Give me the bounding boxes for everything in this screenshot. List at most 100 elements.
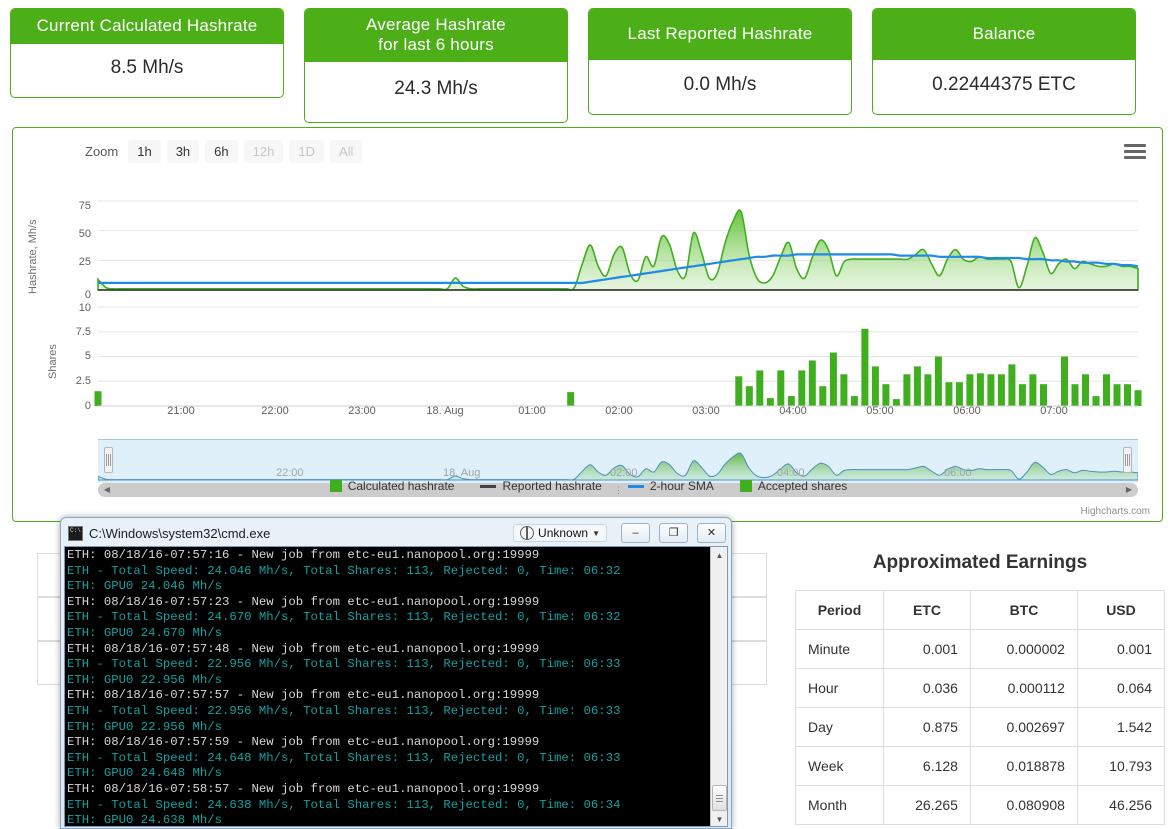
cell-btc: 0.018878 bbox=[969, 746, 1078, 786]
chart-navigator[interactable]: 22:00 18. Aug 02:00 04:00 06:00 bbox=[98, 439, 1138, 483]
stat-card-title-line1: Average Hashrate bbox=[366, 15, 506, 34]
cell-etc: 0.875 bbox=[882, 707, 971, 747]
cmd-scroll-thumb[interactable] bbox=[712, 785, 727, 811]
share-bar bbox=[829, 352, 837, 406]
console-line: ETH - Total Speed: 24.046 Mh/s, Total Sh… bbox=[67, 563, 621, 578]
legend-square-icon bbox=[329, 480, 342, 492]
console-line: ETH: 08/18/16-07:57:16 - New job from et… bbox=[67, 548, 540, 562]
share-bar bbox=[966, 374, 974, 406]
cell-period: Hour bbox=[795, 668, 884, 708]
navigator-tick: 22:00 bbox=[276, 467, 304, 479]
xaxis-tick: 07:00 bbox=[1040, 405, 1068, 417]
xaxis-tick: 18. Aug bbox=[426, 405, 464, 417]
share-bar bbox=[1103, 374, 1110, 406]
share-bar bbox=[735, 376, 743, 406]
legend-line-icon bbox=[480, 484, 497, 488]
globe-icon bbox=[520, 526, 535, 540]
cell-etc: 0.001 bbox=[882, 629, 971, 669]
cmd-console-window[interactable]: C:\Windows\system32\cmd.exe Unknown ▼ – … bbox=[60, 517, 732, 829]
zoom-button-12h[interactable]: 12h bbox=[243, 140, 284, 163]
share-bar bbox=[819, 386, 827, 406]
zoom-button-all[interactable]: All bbox=[329, 140, 363, 163]
share-bar bbox=[756, 370, 764, 406]
maximize-button[interactable]: ❐ bbox=[659, 523, 688, 543]
scroll-down-arrow-icon[interactable]: ▼ bbox=[711, 811, 727, 826]
share-bar bbox=[1029, 374, 1037, 406]
legend-label: Accepted shares bbox=[757, 479, 848, 493]
stats-row: Current Calculated Hashrate 8.5 Mh/s Ave… bbox=[0, 0, 1175, 123]
cell-usd: 46.256 bbox=[1076, 785, 1166, 825]
legend-item-reported-hashrate[interactable]: Reported hashrate bbox=[480, 479, 602, 493]
zoom-button-6h[interactable]: 6h bbox=[205, 140, 238, 163]
navigator-handle-left[interactable] bbox=[104, 447, 113, 473]
share-bar bbox=[1134, 390, 1142, 406]
share-bar bbox=[798, 370, 806, 406]
share-bar bbox=[1018, 384, 1026, 406]
share-bar bbox=[840, 374, 848, 406]
share-bar bbox=[903, 374, 911, 406]
legend-label: 2-hour SMA bbox=[649, 479, 714, 493]
table-header-row: Period ETC BTC USD bbox=[795, 590, 1166, 630]
cmd-title-bar[interactable]: C:\Windows\system32\cmd.exe Unknown ▼ – … bbox=[64, 521, 728, 545]
legend-line-icon bbox=[627, 484, 644, 488]
console-line: ETH: GPU0 24.046 Mh/s bbox=[67, 579, 222, 594]
xaxis-tick: 21:00 bbox=[167, 405, 195, 417]
cell-btc: 0.000002 bbox=[969, 629, 1078, 669]
hashrate-chart-panel: Zoom 1h 3h 6h 12h 1D All Hashrate, Mh/s … bbox=[12, 127, 1163, 522]
cmd-console-body[interactable]: ETH: 08/18/16-07:57:16 - New job from et… bbox=[64, 546, 728, 827]
share-bar bbox=[1040, 384, 1047, 406]
share-bar bbox=[1113, 384, 1121, 406]
chart-svg bbox=[94, 200, 1142, 407]
console-line: ETH: GPU0 24.670 Mh/s bbox=[67, 625, 222, 640]
cell-btc: 0.080908 bbox=[969, 785, 1078, 825]
console-line: ETH: GPU0 24.638 Mh/s bbox=[67, 813, 222, 827]
share-bar bbox=[871, 366, 879, 406]
cell-usd: 0.064 bbox=[1076, 668, 1166, 708]
xaxis-tick: 06:00 bbox=[953, 405, 981, 417]
column-header-etc: ETC bbox=[882, 590, 971, 630]
scroll-up-arrow-icon[interactable]: ▲ bbox=[711, 547, 727, 564]
cell-etc: 0.036 bbox=[882, 668, 971, 708]
hamburger-menu-icon[interactable] bbox=[1124, 141, 1146, 162]
legend-label: Reported hashrate bbox=[502, 479, 602, 493]
xaxis-tick: 02:00 bbox=[605, 405, 633, 417]
cell-period: Week bbox=[795, 746, 884, 786]
share-bar bbox=[913, 366, 921, 406]
close-button[interactable]: ✕ bbox=[697, 523, 726, 543]
navigator-handle-right[interactable] bbox=[1123, 447, 1132, 473]
table-row: Month 26.265 0.080908 46.256 bbox=[795, 785, 1166, 825]
zoom-button-3h[interactable]: 3h bbox=[166, 140, 200, 163]
share-bar bbox=[850, 396, 858, 406]
console-line: ETH - Total Speed: 24.670 Mh/s, Total Sh… bbox=[67, 610, 621, 625]
legend-item-accepted-shares[interactable]: Accepted shares bbox=[739, 479, 848, 493]
legend-label: Calculated hashrate bbox=[347, 479, 455, 493]
highcharts-credit[interactable]: Highcharts.com bbox=[1081, 506, 1150, 517]
console-line: ETH: 08/18/16-07:57:23 - New job from et… bbox=[67, 594, 540, 609]
navigator-tick: 04:00 bbox=[777, 467, 805, 479]
console-line: ETH: GPU0 22.956 Mh/s bbox=[67, 672, 222, 687]
console-line: ETH: 08/18/16-07:57:57 - New job from et… bbox=[67, 688, 540, 703]
legend-item-2hour-sma[interactable]: 2-hour SMA bbox=[627, 479, 714, 493]
share-bar bbox=[777, 370, 785, 406]
earnings-title: Approximated Earnings bbox=[872, 552, 1088, 573]
console-line: ETH: GPU0 22.956 Mh/s bbox=[67, 719, 222, 734]
share-bar bbox=[976, 373, 984, 406]
zoom-button-1d[interactable]: 1D bbox=[289, 140, 324, 163]
stat-card-title-line2: for last 6 hours bbox=[378, 35, 494, 54]
stat-card-value: 0.22444375 ETC bbox=[932, 74, 1076, 95]
console-line: ETH - Total Speed: 22.956 Mh/s, Total Sh… bbox=[67, 657, 621, 672]
console-line: ETH: 08/18/16-07:57:59 - New job from et… bbox=[67, 735, 540, 750]
stat-card-last-reported-hashrate: Last Reported Hashrate 0.0 Mh/s bbox=[588, 8, 852, 115]
share-bar bbox=[934, 356, 942, 406]
zoom-button-1h[interactable]: 1h bbox=[128, 140, 161, 163]
console-line: ETH - Total Speed: 24.638 Mh/s, Total Sh… bbox=[67, 797, 621, 812]
stat-card-value: 8.5 Mh/s bbox=[110, 57, 184, 78]
encoding-dropdown[interactable]: Unknown ▼ bbox=[513, 524, 607, 542]
minimize-button[interactable]: – bbox=[621, 523, 650, 543]
share-bar bbox=[1124, 384, 1131, 406]
xaxis-tick: 05:00 bbox=[866, 405, 894, 417]
column-header-period: Period bbox=[795, 590, 884, 630]
legend-item-calculated-hashrate[interactable]: Calculated hashrate bbox=[329, 479, 455, 493]
cmd-scrollbar[interactable]: ▲ ▼ bbox=[710, 547, 727, 826]
cell-usd: 10.793 bbox=[1076, 746, 1166, 786]
